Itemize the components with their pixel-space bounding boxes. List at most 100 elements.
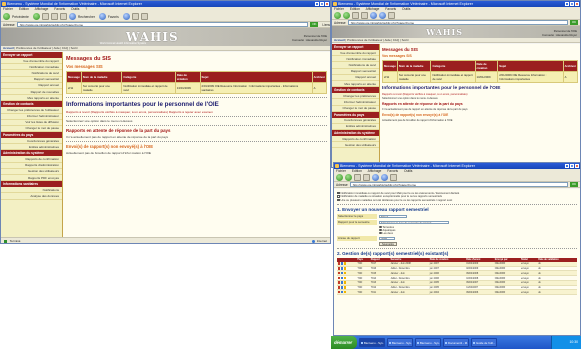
table-row[interactable]: 2/11 Sur comorté pour une maladie Notifi…: [382, 71, 579, 83]
mail-icon[interactable]: [131, 13, 139, 20]
table-cell[interactable]: 2/11: [66, 82, 82, 94]
refresh-icon[interactable]: [363, 174, 370, 181]
title-bar[interactable]: Bienvenu - Système Mondial de l'Informat…: [332, 1, 580, 7]
stop-icon[interactable]: [352, 12, 359, 19]
menu-item-fichier[interactable]: Fichier: [3, 7, 13, 11]
stop-icon[interactable]: [41, 13, 49, 20]
go-button[interactable]: OK: [310, 22, 319, 27]
stop-icon[interactable]: [354, 174, 361, 181]
sidebar-item[interactable]: Gestion des utilisateurs: [332, 142, 379, 149]
menu-item-affichage[interactable]: Affichage: [366, 7, 380, 11]
table-row[interactable]: 2/11 Sur comorté pour une maladie Notifi…: [66, 82, 328, 94]
menu-item-edition[interactable]: Edition: [19, 7, 29, 11]
table-cell[interactable]: 2/11: [382, 71, 398, 83]
forward-icon[interactable]: [343, 12, 350, 19]
country-select[interactable]: Tchad: [379, 214, 407, 219]
menu-item-favoris[interactable]: Favoris: [385, 7, 396, 11]
radio-icon[interactable]: [379, 231, 382, 235]
search-label[interactable]: Rechercher: [78, 15, 95, 19]
close-icon[interactable]: ×: [575, 164, 579, 168]
semester-select[interactable]: Sélectionner le type de semestre du rapp…: [379, 220, 449, 225]
taskbar-item[interactable]: Bienvenu - Sys...: [359, 338, 385, 347]
edit-icon[interactable]: [343, 267, 347, 270]
maximize-icon[interactable]: □: [570, 164, 574, 168]
menu-item-favoris[interactable]: Favoris: [54, 7, 65, 11]
edit-icon[interactable]: [343, 286, 347, 289]
menu-item-help[interactable]: ?: [85, 7, 87, 11]
edit-icon[interactable]: [343, 281, 347, 284]
back-icon[interactable]: [334, 12, 341, 19]
submit-button[interactable]: Soumettre: [379, 241, 397, 246]
table-cell[interactable]: 7911: [369, 289, 390, 296]
important-note[interactable]: Rapports à revoir (Rapports vérifiés à m…: [66, 110, 327, 114]
menu-item-edition[interactable]: Edition: [350, 7, 360, 11]
title-bar[interactable]: Bienvenu - Système Mondial de l'Informat…: [1, 1, 330, 7]
menu-item-fichier[interactable]: Fichier: [336, 169, 346, 173]
minimize-icon[interactable]: _: [565, 164, 569, 168]
archive-link[interactable]: A: [311, 82, 328, 94]
history-icon[interactable]: [122, 13, 130, 20]
forward-icon[interactable]: [345, 174, 352, 181]
refresh-icon[interactable]: [50, 13, 58, 20]
menu-item-outils[interactable]: Outils: [402, 7, 410, 11]
go-button[interactable]: OK: [570, 182, 578, 187]
links-label[interactable]: Liens: [322, 23, 330, 27]
print-icon[interactable]: [388, 12, 395, 19]
archive-link[interactable]: A: [562, 71, 579, 83]
edit-icon[interactable]: [343, 262, 347, 265]
edit-icon[interactable]: [343, 271, 347, 275]
address-input[interactable]: http://www.oie.int/wahis/public.php?page…: [349, 182, 568, 187]
home-icon[interactable]: [59, 13, 67, 20]
breadcrumb-home[interactable]: Accueil: [3, 46, 14, 50]
taskbar-item[interactable]: Bienvenu - Sys...: [415, 338, 441, 347]
sidebar-item[interactable]: Analyse des données: [1, 193, 62, 200]
print-icon[interactable]: [140, 13, 148, 20]
check-icon[interactable]: [337, 195, 340, 198]
important-note[interactable]: Rapports à revoir (Rapports vérifiés à m…: [382, 93, 578, 96]
system-tray-clock[interactable]: 10:30: [551, 336, 581, 349]
favorites-label[interactable]: Favoris: [108, 15, 119, 19]
year-select[interactable]: 2008: [379, 236, 395, 241]
menu-item-affichage[interactable]: Affichage: [368, 169, 382, 173]
close-icon[interactable]: ×: [575, 2, 579, 6]
menu-item-affichage[interactable]: Affichage: [35, 7, 49, 11]
table-row[interactable]: TCD 7911 Janvier - Juin jun 2004 09/04/2…: [337, 289, 577, 296]
radio-icon[interactable]: [379, 225, 382, 229]
radio-option[interactable]: Les deux: [379, 232, 577, 235]
menu-item-outils[interactable]: Outils: [404, 169, 412, 173]
taskbar-item[interactable]: Bienvenu - Sys...: [387, 338, 413, 347]
minimize-icon[interactable]: _: [315, 2, 319, 6]
table-cell[interactable]: 2/01/2009 OIE Resource Information : Inf…: [497, 71, 564, 83]
print-icon[interactable]: [390, 174, 397, 181]
back-icon[interactable]: [336, 174, 343, 181]
search-icon[interactable]: [68, 13, 76, 20]
edit-icon[interactable]: [343, 291, 347, 294]
favorites-icon[interactable]: [379, 12, 386, 19]
maximize-icon[interactable]: □: [320, 2, 324, 6]
go-button[interactable]: OK: [570, 20, 578, 25]
check-icon[interactable]: [337, 198, 340, 202]
search-icon[interactable]: [370, 12, 377, 19]
minimize-icon[interactable]: _: [565, 2, 569, 6]
back-icon[interactable]: [3, 13, 10, 20]
refresh-icon[interactable]: [361, 12, 368, 19]
start-button[interactable]: démarrer: [331, 336, 357, 349]
breadcrumb-links[interactable]: | Préférences de l'utilisateur | Aide | …: [15, 46, 78, 50]
breadcrumb-links[interactable]: | Préférences de l'utilisateur | Aide | …: [346, 38, 409, 42]
radio-icon[interactable]: [379, 228, 382, 232]
address-input[interactable]: http://www.oie.int/wahis/public.php?page…: [16, 22, 309, 27]
menu-item-outils[interactable]: Outils: [71, 7, 79, 11]
back-label[interactable]: Précédente: [12, 15, 29, 19]
search-icon[interactable]: [372, 174, 379, 181]
maximize-icon[interactable]: □: [570, 2, 574, 6]
close-icon[interactable]: ×: [325, 2, 329, 6]
taskbar-item[interactable]: Document1 - M...: [443, 338, 469, 347]
favorites-icon[interactable]: [98, 13, 106, 20]
favorites-icon[interactable]: [381, 174, 388, 181]
edit-icon[interactable]: [343, 276, 347, 280]
check-icon[interactable]: [337, 191, 340, 195]
breadcrumb-home[interactable]: Accueil: [334, 38, 345, 42]
menu-item-fichier[interactable]: Fichier: [334, 7, 344, 11]
menu-item-edition[interactable]: Edition: [352, 169, 362, 173]
forward-icon[interactable]: [32, 13, 40, 20]
